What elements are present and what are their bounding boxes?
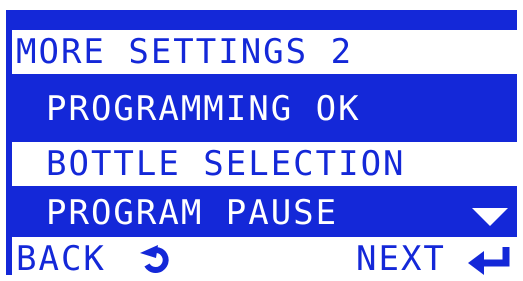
lcd-screen: MORE SETTINGS 2 PROGRAMMING OK BOTTLE SE… <box>6 10 517 281</box>
menu-title-bar: MORE SETTINGS 2 <box>12 30 517 74</box>
menu-item-label: PROGRAM PAUSE <box>46 193 339 233</box>
menu-item-label: PROGRAMMING OK <box>46 89 361 129</box>
menu-title: MORE SETTINGS 2 <box>16 32 354 72</box>
menu-item-bottle-selection[interactable]: BOTTLE SELECTION <box>12 142 517 186</box>
menu-item-program-pause[interactable]: PROGRAM PAUSE <box>12 191 517 235</box>
softkey-bar: BACK NEXT <box>12 237 517 281</box>
back-button[interactable]: BACK <box>16 237 106 281</box>
menu-item-label: BOTTLE SELECTION <box>46 144 406 184</box>
next-button[interactable]: NEXT <box>356 237 446 281</box>
enter-return-icon[interactable] <box>468 245 512 275</box>
menu-item-programming-ok[interactable]: PROGRAMMING OK <box>12 87 517 131</box>
lcd-display: MORE SETTINGS 2 PROGRAMMING OK BOTTLE SE… <box>0 0 523 281</box>
scroll-down-triangle-icon[interactable] <box>472 206 508 228</box>
back-arrow-icon[interactable] <box>136 245 176 275</box>
